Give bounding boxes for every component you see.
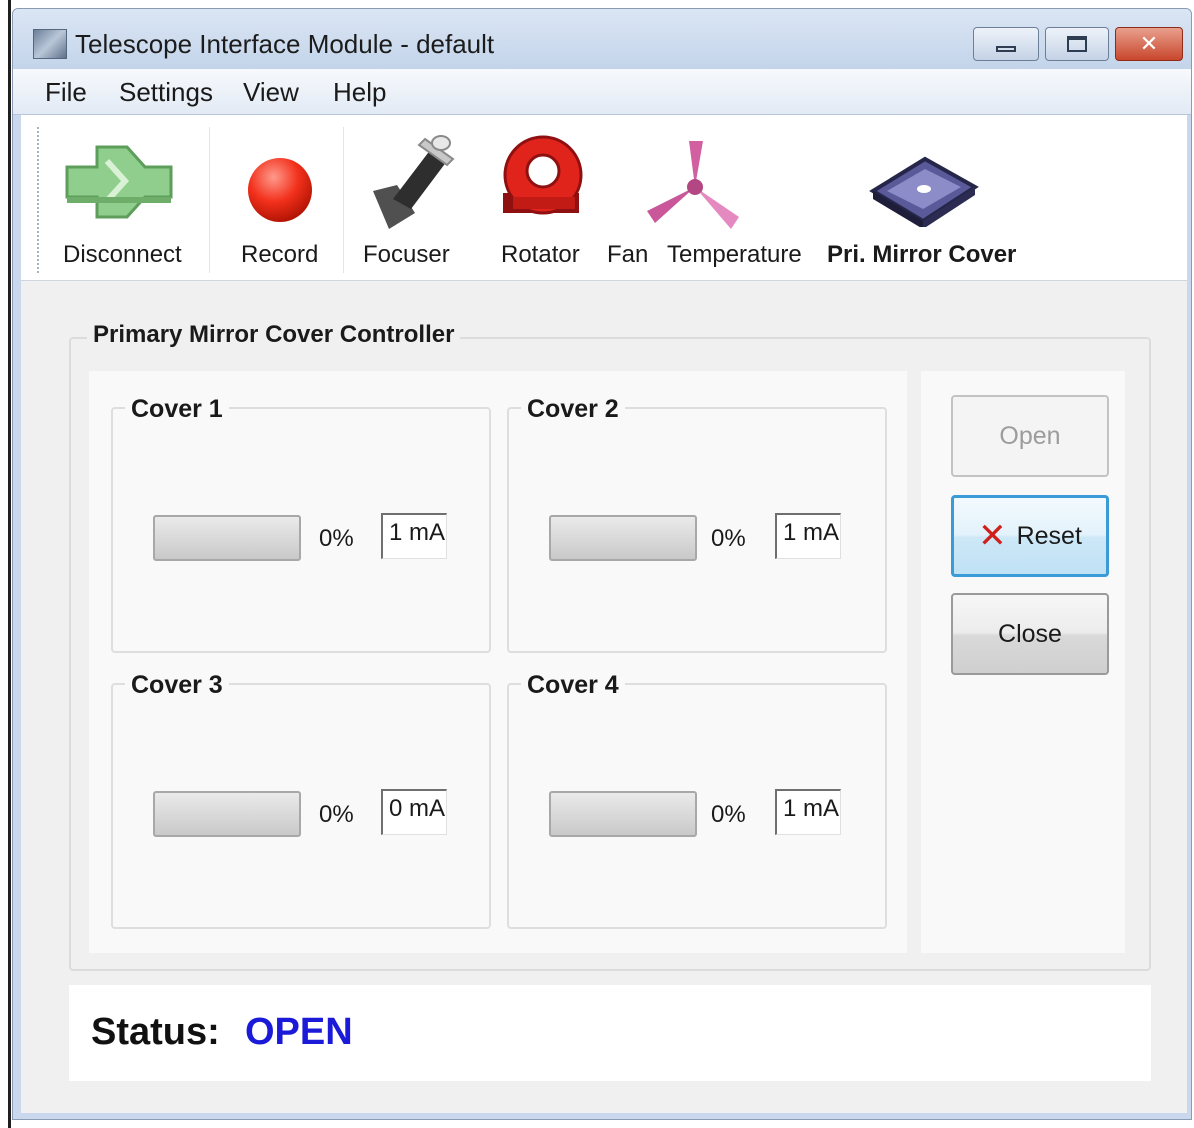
menu-settings[interactable]: Settings xyxy=(119,77,213,108)
toolbar-grip[interactable] xyxy=(37,127,39,273)
status-value: OPEN xyxy=(245,1011,353,1053)
cover-4-progress-bar xyxy=(549,791,697,837)
record-icon xyxy=(248,158,312,222)
minimize-button[interactable] xyxy=(973,27,1039,61)
maximize-icon xyxy=(1067,36,1087,52)
toolbar-temperature-button[interactable]: Temperature xyxy=(667,115,802,281)
reset-x-icon: ✕ xyxy=(978,516,1007,556)
close-button-label: Close xyxy=(998,619,1062,648)
cover-1-title: Cover 1 xyxy=(125,395,229,424)
toolbar: Disconnect Record Focuser Rotator Fan Te… xyxy=(21,115,1187,281)
cover-1-current-field[interactable]: 1 mA xyxy=(381,513,447,559)
cover-1-percent: 0% xyxy=(319,525,354,552)
maximize-button[interactable] xyxy=(1045,27,1109,61)
menu-bar: File Settings View Help xyxy=(13,69,1191,115)
reset-button-label: Reset xyxy=(1016,521,1082,550)
cover-1-progress-bar xyxy=(153,515,301,561)
app-icon xyxy=(33,29,67,59)
menu-view[interactable]: View xyxy=(243,77,299,108)
open-button-label: Open xyxy=(999,421,1061,450)
toolbar-separator xyxy=(343,127,345,273)
focuser-icon xyxy=(373,135,455,229)
toolbar-focuser-button[interactable]: Focuser xyxy=(351,115,471,281)
close-button[interactable]: Close xyxy=(951,593,1109,675)
cover-2-progress-bar xyxy=(549,515,697,561)
minimize-icon xyxy=(996,46,1016,52)
cover-3-progress-bar xyxy=(153,791,301,837)
open-button[interactable]: Open xyxy=(951,395,1109,477)
toolbar-focuser-label: Focuser xyxy=(363,241,450,268)
cover-2-current-field[interactable]: 1 mA xyxy=(775,513,841,559)
window-close-button[interactable]: ✕ xyxy=(1115,27,1183,61)
desktop-edge-line xyxy=(8,0,11,1128)
toolbar-fan-label: Fan xyxy=(607,241,649,268)
toolbar-temperature-label: Temperature xyxy=(667,241,802,268)
toolbar-record-label: Record xyxy=(241,241,319,268)
window-title: Telescope Interface Module - default xyxy=(75,29,495,59)
cover-3-percent: 0% xyxy=(319,801,354,828)
cover-2-percent: 0% xyxy=(711,525,746,552)
menu-help[interactable]: Help xyxy=(333,77,386,108)
toolbar-rotator-button[interactable]: Rotator xyxy=(481,115,601,281)
title-bar[interactable]: Telescope Interface Module - default ✕ xyxy=(13,9,1191,69)
cover-4-percent: 0% xyxy=(711,801,746,828)
menu-file[interactable]: File xyxy=(45,77,87,108)
toolbar-mirror-cover-button[interactable]: Pri. Mirror Cover xyxy=(817,115,1027,281)
cover-2-title: Cover 2 xyxy=(521,395,625,424)
status-panel: Status: OPEN xyxy=(69,985,1151,1081)
group-title: Primary Mirror Cover Controller xyxy=(87,321,461,349)
client-area: Primary Mirror Cover Controller Cover 1 … xyxy=(21,281,1187,1113)
toolbar-rotator-label: Rotator xyxy=(501,241,580,268)
rotator-icon xyxy=(503,135,583,215)
covers-panel: Cover 1 0% 1 mA Cover 2 0% 1 mA Cover 3 … xyxy=(89,371,907,953)
cover-4-title: Cover 4 xyxy=(521,671,625,700)
toolbar-record-button[interactable]: Record xyxy=(215,115,345,281)
cover-4-current-field[interactable]: 1 mA xyxy=(775,789,841,835)
reset-button[interactable]: ✕ Reset xyxy=(951,495,1109,577)
toolbar-disconnect-button[interactable]: Disconnect xyxy=(43,115,203,281)
disconnect-icon xyxy=(65,145,173,219)
cover-3-current-field[interactable]: 0 mA xyxy=(381,789,447,835)
toolbar-separator xyxy=(209,127,211,273)
close-icon: ✕ xyxy=(1139,31,1159,57)
toolbar-mirror-cover-label: Pri. Mirror Cover xyxy=(827,241,1017,268)
toolbar-disconnect-label: Disconnect xyxy=(63,241,182,268)
status-label: Status: xyxy=(91,1011,220,1053)
cover-3-title: Cover 3 xyxy=(125,671,229,700)
app-window: Telescope Interface Module - default ✕ F… xyxy=(12,8,1192,1120)
mirror-cover-icon xyxy=(869,156,979,227)
